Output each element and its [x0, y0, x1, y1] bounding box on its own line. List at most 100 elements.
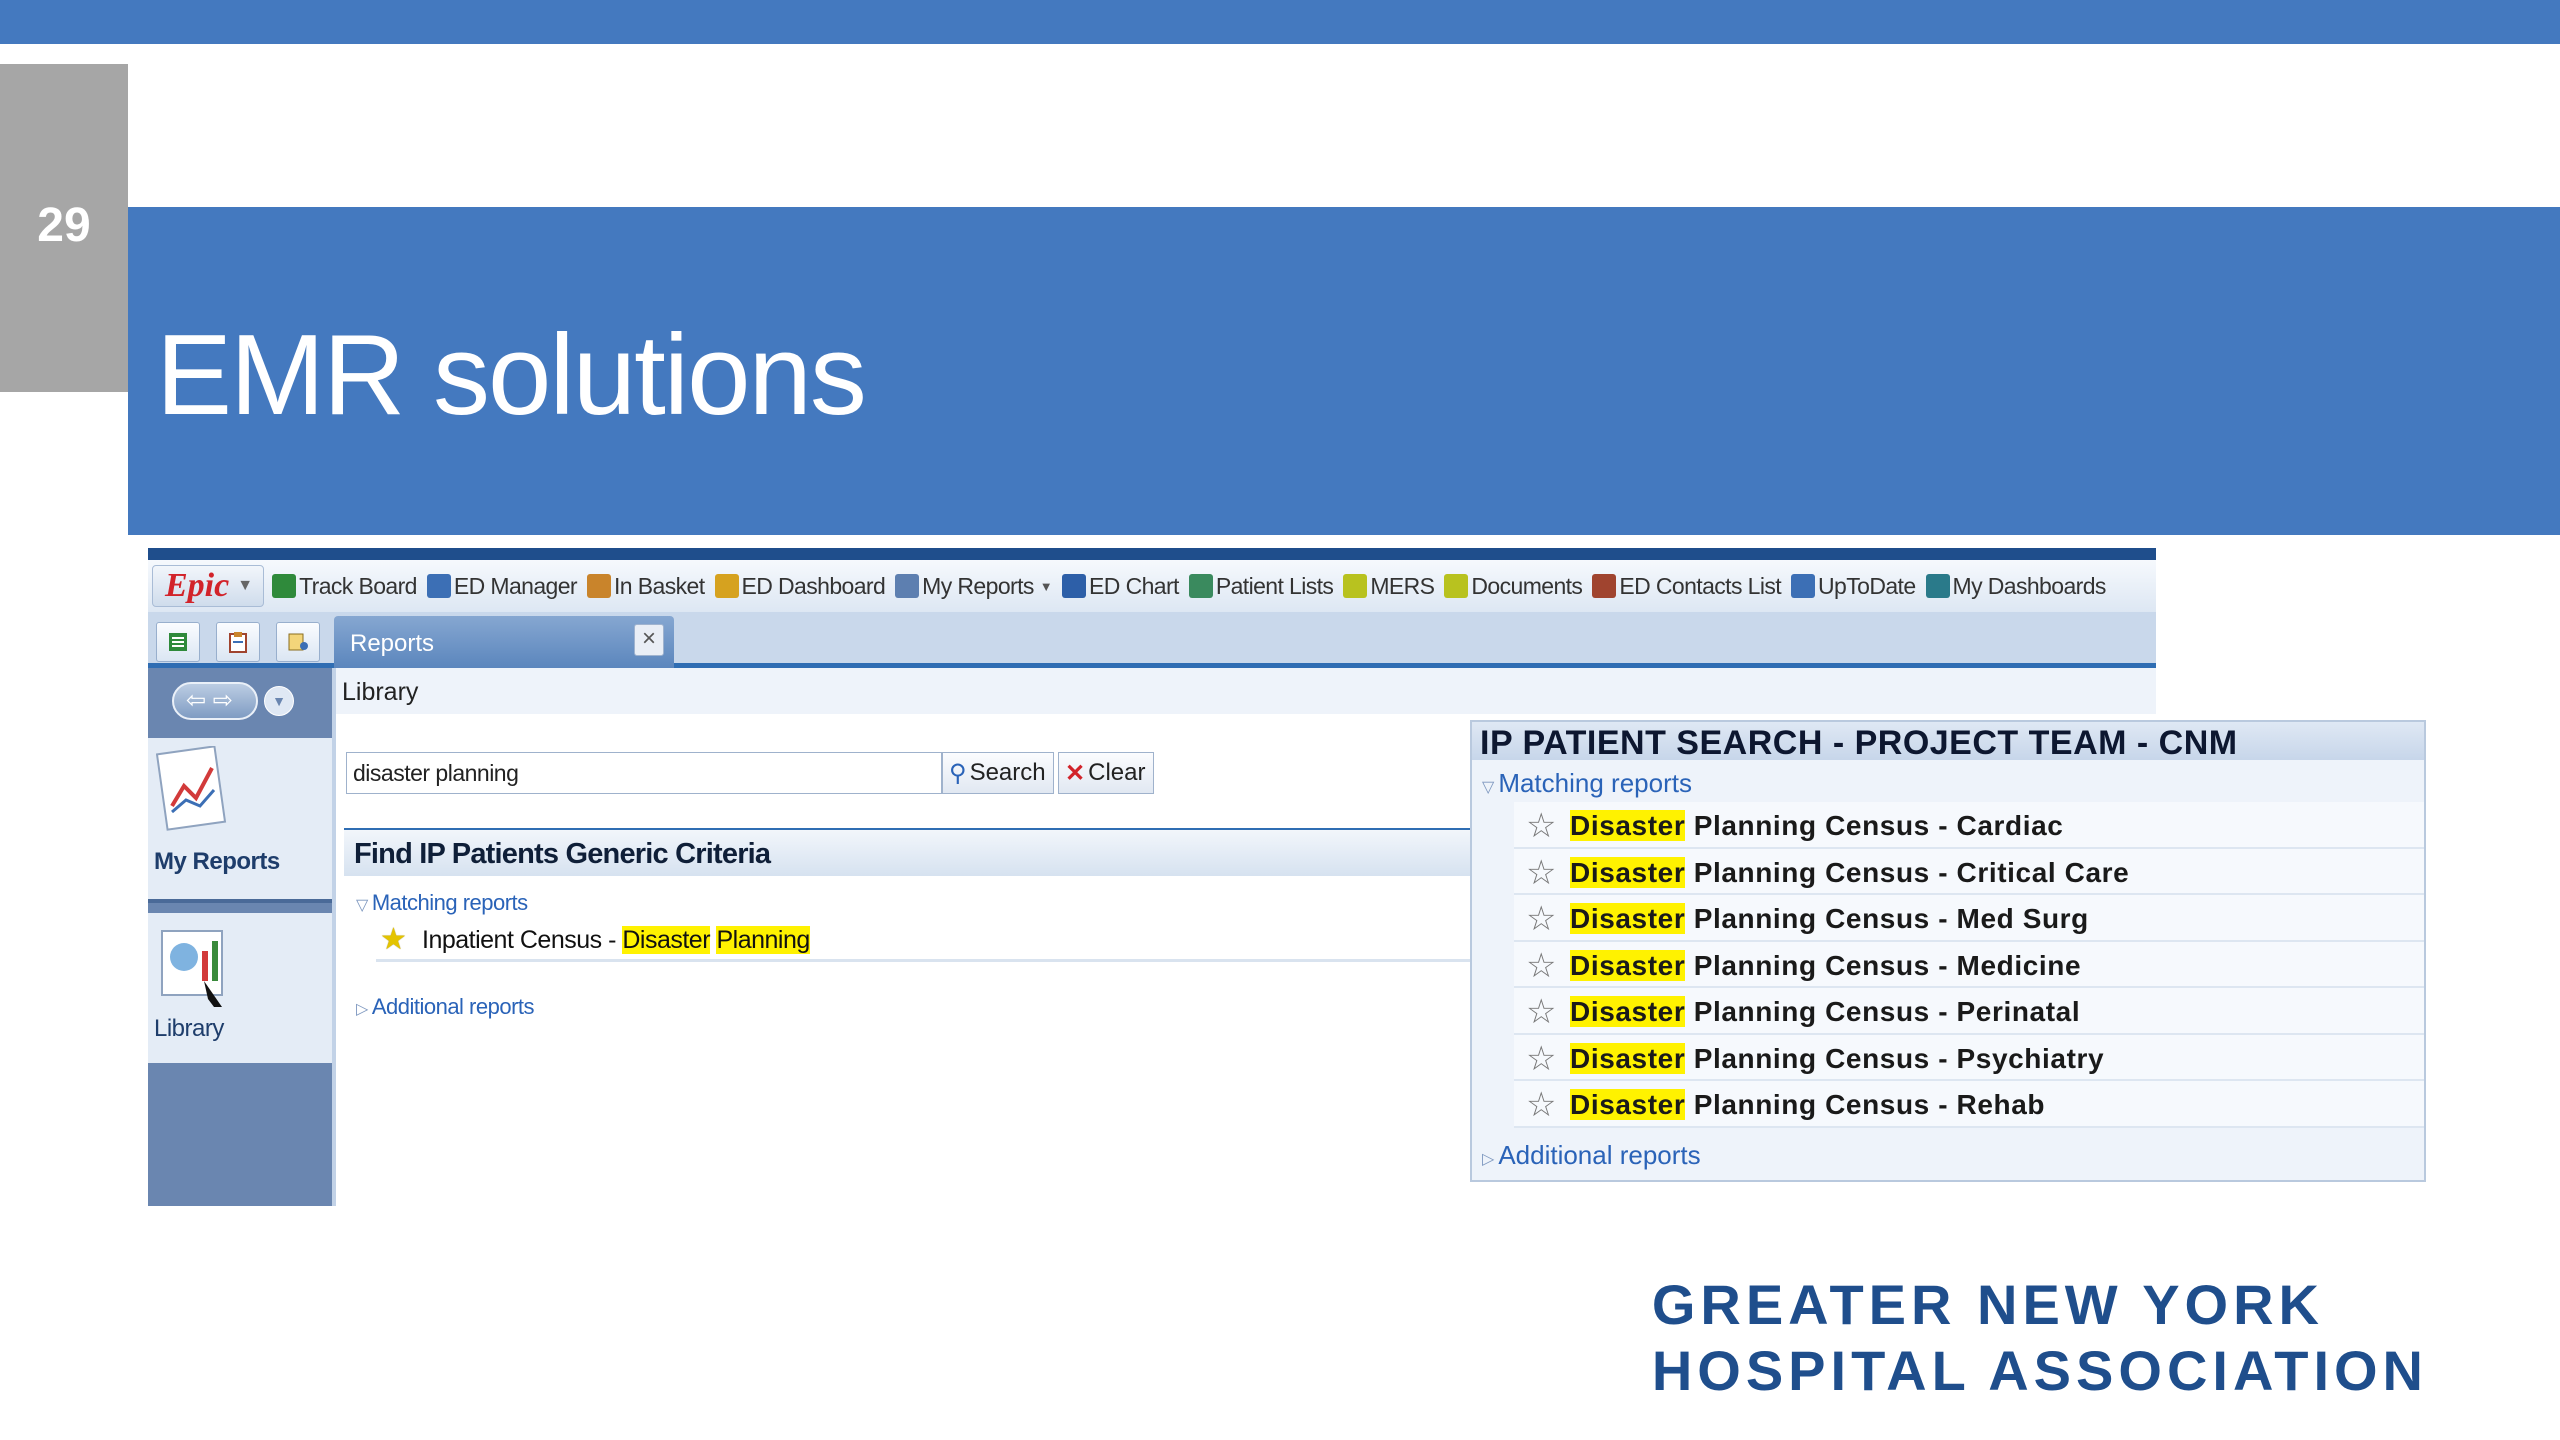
report-row[interactable]: ☆ Disaster Planning Census - Medicine	[1514, 941, 2424, 988]
tab-bar: Reports ×	[148, 612, 2156, 668]
ed-dashboard-icon	[714, 574, 739, 598]
nav-dropdown-icon[interactable]: ▼	[264, 686, 294, 716]
report-name: Planning Census - Rehab	[1685, 1089, 2046, 1120]
report-name: Planning Census - Critical Care	[1685, 856, 2130, 888]
documents-icon	[1444, 574, 1469, 598]
menu-item-ed-chart[interactable]: ED Chart	[1062, 573, 1179, 600]
patient-list-icon[interactable]	[276, 622, 320, 662]
sidebar-item-my-reports[interactable]: My Reports	[148, 738, 332, 903]
menu-item-ed-manager[interactable]: ED Manager	[426, 572, 578, 600]
report-row[interactable]: ☆ Disaster Planning Census - Psychiatry	[1514, 1034, 2424, 1081]
clipboard-icon[interactable]	[216, 622, 260, 662]
highlight-term: Disaster	[1570, 1089, 1686, 1120]
tab-reports-label: Reports	[350, 630, 435, 657]
menu-item-ed-contacts[interactable]: ED Contacts List	[1592, 573, 1782, 600]
matching-reports-label: Matching reports	[371, 890, 528, 915]
search-input[interactable]	[346, 752, 942, 794]
ed-contacts-icon	[1592, 574, 1617, 598]
matching-reports-label: Matching reports	[1498, 768, 1692, 798]
highlight-term: Disaster	[1570, 856, 1686, 888]
menu-item-label: ED Dashboard	[741, 572, 886, 599]
additional-reports-label: Additional reports	[371, 994, 535, 1019]
report-row[interactable]: ☆ Disaster Planning Census - Rehab	[1514, 1081, 2424, 1128]
report-row[interactable]: ☆ Disaster Planning Census - Perinatal	[1514, 988, 2424, 1035]
menu-item-in-basket[interactable]: In Basket	[587, 573, 705, 600]
menu-item-mers[interactable]: MERS	[1343, 572, 1435, 600]
matching-reports-toggle[interactable]: ▽ Matching reports	[356, 890, 528, 916]
menu-item-uptodate[interactable]: UpToDate	[1791, 573, 1916, 600]
back-forward-icon[interactable]: ⇦ ⇨	[172, 682, 258, 720]
star-icon[interactable]: ☆	[1526, 806, 1556, 846]
epic-menubar: Epic ▼ Track Board ED Manager In Basket ED …	[148, 560, 2156, 612]
report-title: Disaster Planning Census - Rehab	[1570, 1089, 2045, 1121]
sidebar: ⇦ ⇨ ▼ My Reports Library	[148, 668, 332, 1206]
highlight-term: Disaster	[1570, 996, 1686, 1027]
search-button-label: Search	[969, 759, 1046, 786]
report-title: Disaster Planning Census - Medicine	[1570, 949, 2082, 982]
star-icon[interactable]: ☆	[1526, 1085, 1556, 1125]
sidebar-item-label: Library	[154, 1015, 224, 1042]
report-title: Disaster Planning Census - Med Surg	[1570, 903, 2089, 935]
report-name: Planning Census - Medicine	[1685, 949, 2082, 981]
chevron-down-icon[interactable]: ▼	[1040, 579, 1053, 594]
menu-item-label: ED Manager	[453, 572, 578, 599]
in-basket-icon	[587, 574, 611, 598]
additional-reports-toggle[interactable]: ▷ Additional reports	[1482, 1140, 1701, 1171]
star-icon[interactable]: ☆	[1526, 853, 1556, 893]
search-button[interactable]: ⚲ Search	[942, 752, 1054, 794]
triangle-down-icon: ▽	[1482, 779, 1495, 796]
report-name: Planning Census - Cardiac	[1685, 810, 2064, 841]
my-reports-icon	[895, 574, 920, 598]
highlight-term: Disaster	[1570, 903, 1686, 934]
star-icon[interactable]: ☆	[1526, 992, 1556, 1032]
highlight-term: Planning	[716, 926, 810, 954]
star-icon[interactable]: ☆	[1526, 946, 1556, 986]
menu-item-ed-dashboard[interactable]: ED Dashboard	[714, 572, 886, 600]
report-row[interactable]: ★ Inpatient Census - Disaster Planning	[376, 918, 1476, 962]
report-title: Disaster Planning Census - Critical Care	[1570, 856, 2130, 889]
star-icon[interactable]: ☆	[1526, 1039, 1556, 1079]
gnyha-logo: GREATER NEW YORK HOSPITAL ASSOCIATION	[1652, 1272, 2428, 1404]
report-row[interactable]: ☆ Disaster Planning Census - Critical Car…	[1514, 848, 2424, 895]
ip-patient-search-panel: IP PATIENT SEARCH - PROJECT TEAM - CNM ▽…	[1470, 720, 2426, 1182]
triangle-right-icon: ▷	[356, 1001, 368, 1018]
clear-button[interactable]: ✕ Clear	[1058, 752, 1154, 794]
tab-reports[interactable]: Reports ×	[334, 616, 674, 668]
my-dashboards-icon	[1925, 574, 1950, 598]
track-board-icon	[272, 574, 297, 598]
report-title: Inpatient Census - Disaster Planning	[422, 926, 810, 955]
menu-item-documents[interactable]: Documents	[1444, 572, 1583, 600]
list-view-icon[interactable]	[156, 622, 200, 662]
menu-item-label: In Basket	[614, 572, 705, 599]
triangle-down-icon: ▽	[356, 897, 368, 914]
star-icon[interactable]: ☆	[1526, 899, 1556, 939]
menu-item-my-reports[interactable]: My Reports ▼	[895, 572, 1053, 600]
top-accent-bar	[0, 0, 2560, 44]
menu-item-label: Track Board	[299, 572, 417, 599]
highlight-term: Disaster	[1570, 810, 1686, 841]
menu-item-my-dashboards[interactable]: My Dashboards	[1925, 573, 2106, 600]
sidebar-item-library[interactable]: Library	[148, 913, 332, 1063]
close-icon[interactable]: ×	[634, 624, 664, 656]
report-title: Disaster Planning Census - Psychiatry	[1570, 1042, 2104, 1075]
report-prefix: Inpatient Census -	[422, 926, 623, 954]
highlight-term: Disaster	[1570, 1042, 1686, 1074]
epic-menu-button[interactable]: Epic ▼	[152, 565, 265, 607]
ed-manager-icon	[426, 574, 451, 598]
menu-item-label: MERS	[1370, 572, 1435, 599]
star-icon[interactable]: ★	[380, 922, 407, 957]
patient-lists-icon	[1188, 574, 1213, 598]
panel-body: ▽ Matching reports ☆ Disaster Planning Cen…	[1472, 760, 2424, 1180]
menu-item-track-board[interactable]: Track Board	[272, 573, 417, 600]
my-reports-icon	[156, 746, 227, 831]
clear-x-icon: ✕	[1065, 759, 1086, 787]
report-row[interactable]: ☆ Disaster Planning Census - Med Surg	[1514, 895, 2424, 942]
report-row[interactable]: ☆ Disaster Planning Census - Cardiac	[1514, 802, 2424, 849]
epic-logo: Epic	[165, 567, 230, 604]
menu-item-patient-lists[interactable]: Patient Lists	[1188, 573, 1334, 600]
additional-reports-toggle[interactable]: ▷ Additional reports	[356, 994, 535, 1020]
menu-item-label: Documents	[1471, 572, 1583, 599]
chevron-down-icon: ▼	[237, 577, 254, 594]
matching-reports-toggle[interactable]: ▽ Matching reports	[1482, 768, 1692, 799]
menu-item-label: My Reports	[922, 572, 1034, 599]
